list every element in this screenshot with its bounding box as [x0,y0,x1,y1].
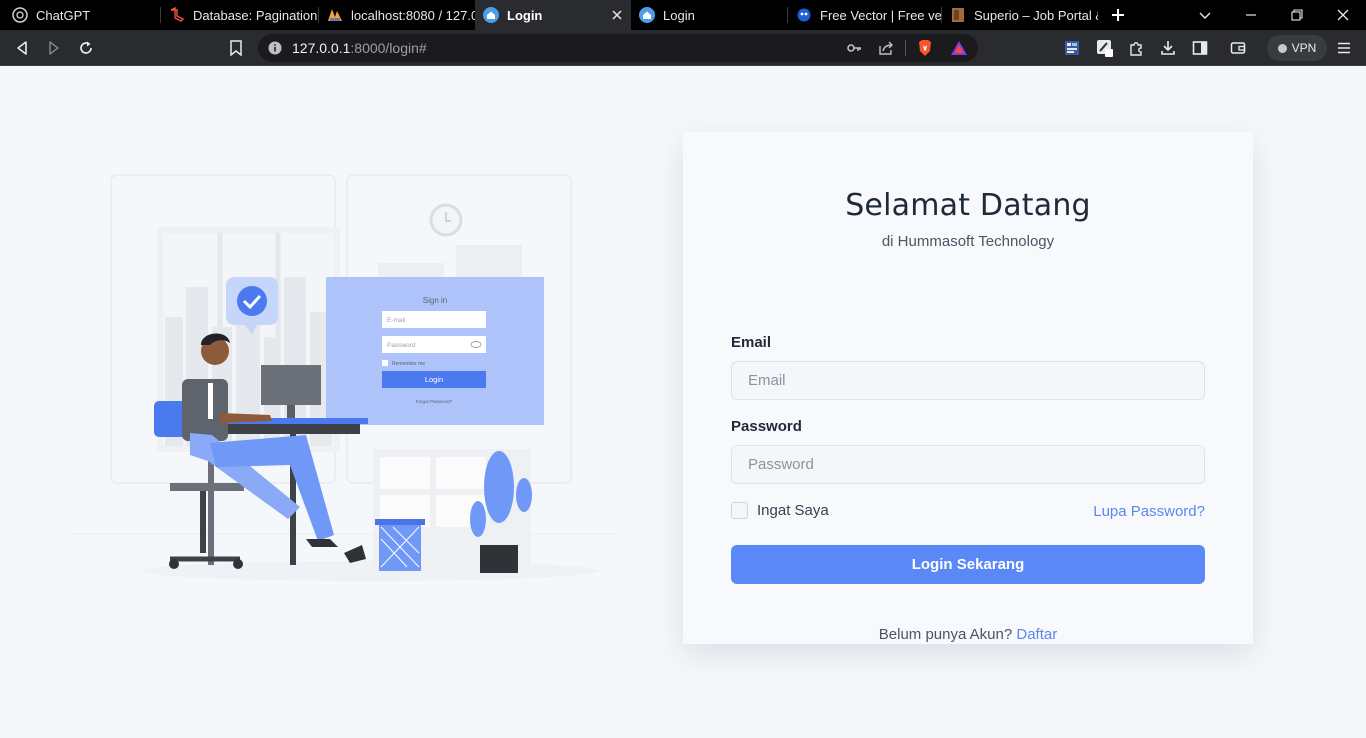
tab-title: localhost:8080 / 127.0.0 [351,7,475,23]
brave-rewards-icon[interactable] [950,39,968,57]
page-subtitle: di Hummasoft Technology [881,233,1055,250]
address-bar[interactable]: 127.0.0.1:8000/login# [258,34,978,62]
illustration-remember-label: Remember me [392,361,425,367]
extension-grid-icon[interactable] [1060,36,1084,60]
phpmyadmin-icon [327,7,343,23]
browser-tab-strip: ChatGPT Database: Pagination - localhost… [0,0,1366,30]
login-illustration: Sign in E-mail Password Remember me Logi… [70,174,615,581]
tab-title: Database: Pagination - [193,7,318,23]
menu-hamburger-icon[interactable] [1332,36,1356,60]
vpn-label: VPN [1291,41,1317,55]
reload-icon[interactable] [74,36,98,60]
house-icon [483,7,499,23]
tab-superio[interactable]: Superio – Job Portal & [942,0,1098,30]
close-tab-icon[interactable] [609,7,625,23]
site-info-icon[interactable] [268,41,282,55]
freepik-icon [796,7,812,23]
tab-phpmyadmin[interactable]: localhost:8080 / 127.0.0 [319,0,475,30]
tab-login-active[interactable]: Login [475,0,631,30]
brave-shield-icon[interactable] [916,39,934,57]
vpn-status-icon [1277,43,1287,53]
tab-chatgpt[interactable]: ChatGPT [0,0,160,30]
tab-title: Login [663,7,695,23]
vpn-button[interactable]: VPN [1267,35,1327,61]
browser-toolbar: 127.0.0.1:8000/login# VPN [0,30,1366,66]
restore-icon[interactable] [1274,0,1320,30]
tab-database-pagination[interactable]: Database: Pagination - [161,0,318,30]
puzzle-extensions-icon[interactable] [1124,36,1148,60]
login-button[interactable]: Login Sekarang [731,545,1205,584]
laravel-icon [169,7,185,23]
tab-search-chevron-icon[interactable] [1182,0,1228,30]
window-close-icon[interactable] [1320,0,1366,30]
email-label: Email [731,334,772,351]
back-icon[interactable] [10,36,34,60]
illustration-forgot-label: Forgot Password? [416,399,453,404]
signup-link[interactable]: Daftar [1016,626,1057,643]
illustration-form-title: Sign in [423,296,447,305]
forgot-password-link[interactable]: Lupa Password? [1093,503,1205,520]
share-icon[interactable] [878,40,894,56]
illustration-password-placeholder: Password [387,342,416,349]
password-field[interactable] [731,445,1205,484]
tab-login[interactable]: Login [631,0,787,30]
page-content: Sign in E-mail Password Remember me Logi… [0,67,1366,738]
signup-prompt-text: Belum punya Akun? [878,626,1013,643]
email-field[interactable] [731,361,1205,400]
url-text: 127.0.0.1:8000/login# [292,40,427,56]
bookmark-icon[interactable] [224,36,248,60]
remember-label: Ingat Saya [757,502,829,519]
tab-title: ChatGPT [36,7,91,23]
illustration-email-placeholder: E-mail [387,317,406,324]
page-title: Selamat Datang [845,188,1091,223]
illustration-login-label: Login [425,375,443,384]
pen-extension-icon[interactable] [1093,36,1117,60]
forward-icon[interactable] [42,36,66,60]
wallet-icon[interactable] [1226,36,1250,60]
sidebar-toggle-icon[interactable] [1188,36,1212,60]
superio-icon [950,7,966,23]
minimize-icon[interactable] [1228,0,1274,30]
remember-checkbox[interactable] [731,502,748,519]
download-icon[interactable] [1156,36,1180,60]
tab-title: Login [507,7,543,23]
remember-me[interactable]: Ingat Saya [731,502,829,519]
chatgpt-icon [12,7,28,23]
tab-free-vector[interactable]: Free Vector | Free vecto [788,0,941,30]
tab-title: Free Vector | Free vecto [820,7,941,23]
password-label: Password [731,418,802,435]
tab-title: Superio – Job Portal & [974,7,1098,23]
login-card: Selamat Datang di Hummasoft Technology E… [683,132,1253,644]
key-icon[interactable] [846,40,862,56]
signup-prompt: Belum punya Akun? Daftar [683,626,1253,643]
new-tab-icon[interactable] [1110,7,1126,23]
house-icon [639,7,655,23]
